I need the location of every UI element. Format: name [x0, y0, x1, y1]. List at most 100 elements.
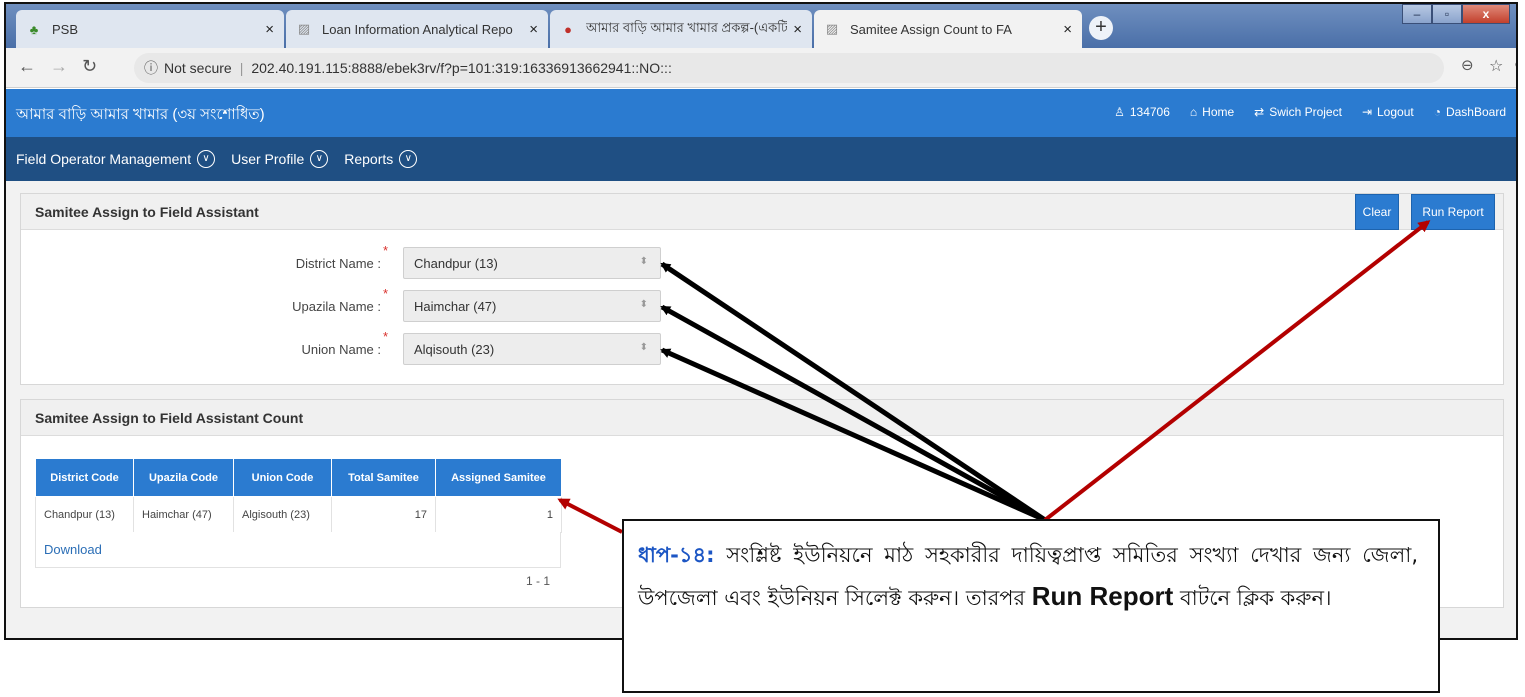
back-icon[interactable]: ←: [18, 56, 36, 77]
user-id: 134706: [1129, 105, 1170, 119]
required-marker: *: [383, 329, 389, 344]
union-label: Union Name :: [301, 342, 381, 357]
user-link[interactable]: ♙ 134706: [1114, 105, 1170, 119]
table-cell: Algisouth (23): [233, 496, 332, 533]
tab-loan-report[interactable]: ▨ Loan Information Analytical Repo ×: [286, 10, 548, 48]
account-icon[interactable]: ●: [1514, 56, 1516, 74]
instruction-text-end: বাটনে ক্লিক করুন।: [1173, 586, 1332, 610]
tab-title: আমার বাড়ি আমার খামার প্রকল্প-(একটি: [586, 19, 788, 35]
window-controls: – ▫ x: [1402, 4, 1510, 24]
tab-title: PSB: [52, 21, 79, 37]
select-arrows-icon: ⬍: [639, 299, 648, 310]
upazila-label: Upazila Name :: [292, 299, 381, 314]
dashboard-label: DashBoard: [1445, 105, 1506, 119]
download-link[interactable]: Download: [44, 542, 102, 557]
tab-psb[interactable]: ♣ PSB ×: [16, 10, 284, 48]
home-link[interactable]: ⌂ Home: [1190, 105, 1234, 119]
upazila-select[interactable]: Haimchar (47) ⬍: [403, 290, 661, 322]
close-icon[interactable]: ×: [529, 21, 538, 38]
address-bar: ← → ↻ ⓘ Not secure | 202.40.191.115:8888…: [6, 48, 1516, 88]
clear-button[interactable]: Clear: [1355, 194, 1399, 230]
menu-reports[interactable]: Reports ∨: [344, 150, 418, 168]
district-value: Chandpur (13): [414, 256, 498, 271]
info-icon[interactable]: ⓘ: [144, 58, 158, 78]
switch-project-label: Swich Project: [1269, 105, 1342, 119]
form-region-header: Samitee Assign to Field Assistant Clear …: [21, 194, 1503, 230]
close-icon[interactable]: ×: [793, 21, 802, 38]
column-header[interactable]: Upazila Code: [133, 458, 234, 497]
form-region: Samitee Assign to Field Assistant Clear …: [20, 193, 1504, 385]
clear-label: Clear: [1362, 205, 1392, 219]
menu-user-profile[interactable]: User Profile ∨: [231, 150, 329, 168]
chevron-down-icon: ∨: [310, 150, 329, 168]
divider: |: [239, 60, 244, 76]
table-cell: 1: [435, 496, 562, 533]
run-report-reference: Run Report: [1031, 581, 1174, 611]
union-value: Alqisouth (23): [414, 342, 495, 357]
upazila-value: Haimchar (47): [414, 299, 497, 314]
menu-label: User Profile: [231, 151, 305, 167]
required-marker: *: [383, 243, 389, 258]
forward-icon[interactable]: →: [50, 56, 68, 77]
column-header[interactable]: District Code: [35, 458, 134, 497]
logout-link[interactable]: ⇥ Logout: [1362, 105, 1414, 119]
logout-icon: ⇥: [1361, 105, 1372, 119]
home-label: Home: [1202, 105, 1235, 119]
close-icon[interactable]: ×: [265, 21, 274, 38]
download-row: Download: [35, 532, 561, 568]
menu-label: Field Operator Management: [16, 151, 192, 167]
pagination: 1 - 1: [526, 574, 551, 588]
reload-icon[interactable]: ↻: [82, 56, 97, 77]
tab-samitee-count[interactable]: ▨ Samitee Assign Count to FA ×: [814, 10, 1082, 48]
zoom-icon[interactable]: ⊖: [1461, 56, 1474, 74]
swap-icon: ⇄: [1254, 105, 1265, 119]
column-header[interactable]: Total Samitee: [331, 458, 436, 497]
run-report-label: Run Report: [1422, 205, 1484, 219]
required-marker: *: [383, 286, 389, 301]
run-report-button[interactable]: Run Report: [1411, 194, 1495, 230]
header-links: ♙ 134706 ⌂ Home ⇄ Swich Project ⇥ Logout ◔ Da…: [1114, 105, 1506, 119]
maximize-icon[interactable]: ▫: [1432, 4, 1462, 24]
app-title: আমার বাড়ি আমার খামার (৩য় সংশোধিত): [16, 106, 265, 123]
table-cell: Haimchar (47): [133, 496, 234, 533]
leaf-icon: ♣: [29, 21, 39, 37]
app-header: আমার বাড়ি আমার খামার (৩য় সংশোধিত) ♙ 134…: [6, 89, 1516, 137]
page-icon: ▨: [297, 21, 311, 36]
tab-project[interactable]: ● আমার বাড়ি আমার খামার প্রকল্প-(একটি ×: [550, 10, 812, 48]
column-header[interactable]: Assigned Samitee: [435, 458, 562, 497]
url-input[interactable]: ⓘ Not secure | 202.40.191.115:8888/ebek3…: [134, 53, 1444, 83]
form-region-title: Samitee Assign to Field Assistant: [35, 204, 259, 220]
instruction-callout: ধাপ-১৪: সংশ্লিষ্ট ইউনিয়নে মাঠ সহকারীর দ…: [622, 519, 1440, 693]
table-header-row: District Code Upazila Code Union Code To…: [35, 458, 562, 497]
security-label: Not secure: [164, 60, 232, 76]
page-icon: ▨: [825, 21, 839, 36]
report-table: District Code Upazila Code Union Code To…: [35, 458, 562, 533]
tab-title: Samitee Assign Count to FA: [850, 21, 1012, 37]
step-number: ধাপ-১৪:: [638, 543, 715, 567]
window-close-icon[interactable]: x: [1462, 4, 1510, 24]
table-cell: Chandpur (13): [35, 496, 134, 533]
url-text: 202.40.191.115:8888/ebek3rv/f?p=101:319:…: [251, 60, 672, 76]
dashboard-icon: ◔: [1433, 105, 1441, 119]
report-region-title: Samitee Assign to Field Assistant Count: [35, 410, 304, 426]
table-cell: 17: [331, 496, 436, 533]
new-tab-button[interactable]: +: [1089, 16, 1113, 40]
minimize-icon[interactable]: –: [1402, 4, 1432, 24]
menu-field-operator[interactable]: Field Operator Management ∨: [16, 150, 216, 168]
district-select[interactable]: Chandpur (13) ⬍: [403, 247, 661, 279]
switch-project-link[interactable]: ⇄ Swich Project: [1254, 105, 1342, 119]
main-menu: Field Operator Management ∨ User Profile ∨…: [6, 137, 1516, 181]
table-row: Chandpur (13) Haimchar (47) Algisouth (2…: [35, 496, 562, 533]
dashboard-link[interactable]: ◔ DashBoard: [1434, 105, 1506, 119]
district-label: District Name :: [295, 256, 381, 271]
union-select[interactable]: Alqisouth (23) ⬍: [403, 333, 661, 365]
close-icon[interactable]: ×: [1063, 21, 1072, 38]
emblem-icon: ●: [564, 21, 572, 37]
chevron-down-icon: ∨: [399, 150, 418, 168]
logout-label: Logout: [1377, 105, 1414, 119]
chevron-down-icon: ∨: [197, 150, 216, 168]
bookmark-star-icon[interactable]: ☆: [1489, 56, 1503, 76]
menu-label: Reports: [344, 151, 394, 167]
column-header[interactable]: Union Code: [233, 458, 332, 497]
tab-strip: ♣ PSB × ▨ Loan Information Analytical Re…: [6, 4, 1516, 48]
